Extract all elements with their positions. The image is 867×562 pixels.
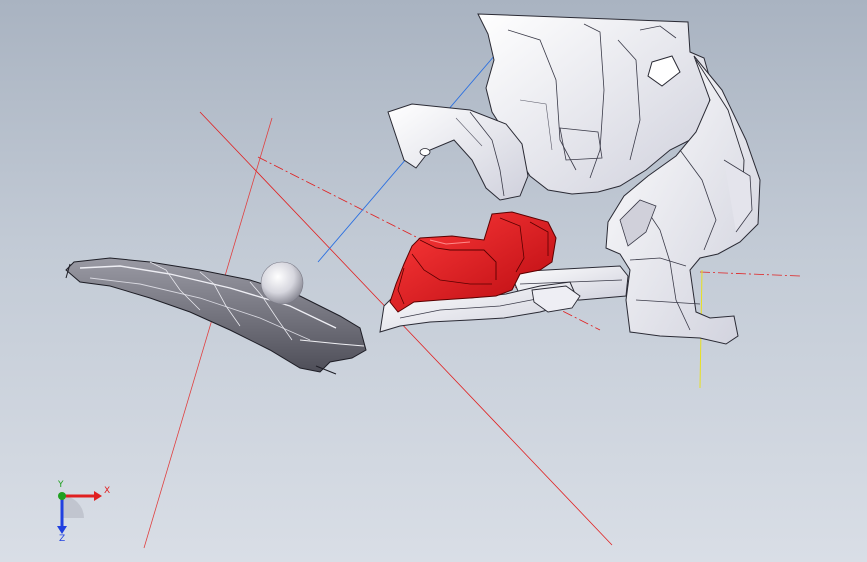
sketch-line-red-right (699, 271, 801, 277)
coordinate-triad: X Y Z (44, 480, 114, 550)
y-axis-dot (58, 492, 66, 500)
x-axis-label: X (104, 486, 111, 496)
z-axis-arrowhead (57, 526, 67, 534)
triad-backdrop (62, 496, 84, 518)
y-axis-label: Y (58, 480, 64, 490)
left-dark-floor-pan[interactable] (65, 257, 367, 375)
x-axis-arrowhead (94, 491, 102, 501)
sphere-marker[interactable] (260, 261, 304, 305)
cad-3d-viewport[interactable]: X Y Z (0, 0, 867, 562)
z-axis-label: Z (59, 534, 66, 544)
assembly-scene[interactable] (0, 0, 867, 562)
